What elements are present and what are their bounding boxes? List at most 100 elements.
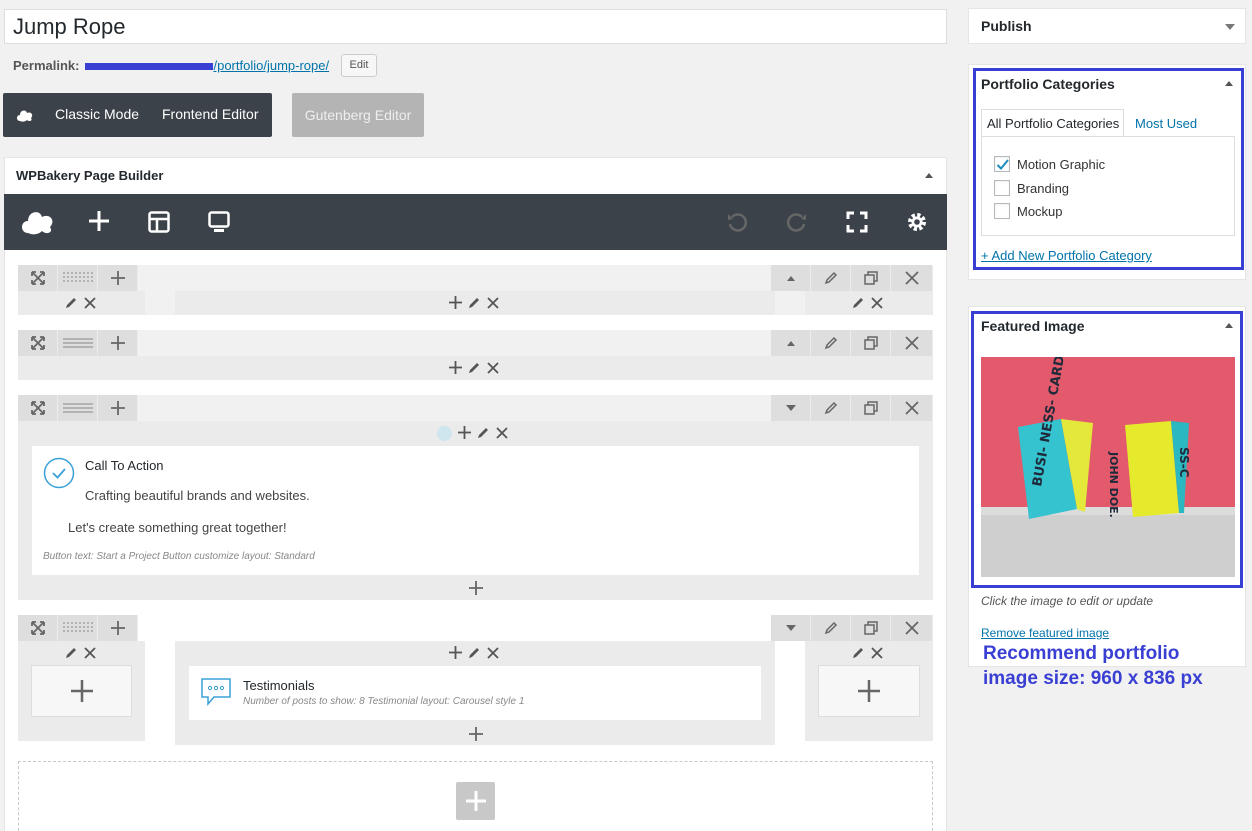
builder-collapse-icon[interactable] bbox=[925, 173, 933, 178]
column-add-icon[interactable] bbox=[449, 296, 462, 309]
row-edit-icon[interactable] bbox=[811, 615, 851, 641]
column-controls bbox=[449, 361, 499, 374]
row-add-column-icon[interactable] bbox=[98, 615, 138, 641]
add-icon bbox=[465, 791, 486, 811]
column-delete-icon[interactable] bbox=[487, 296, 499, 309]
column-delete-icon[interactable] bbox=[871, 646, 883, 659]
column-delete-icon[interactable] bbox=[487, 646, 499, 659]
column-edit-icon[interactable] bbox=[65, 296, 78, 309]
row-edit-icon[interactable] bbox=[811, 395, 851, 421]
featured-image-toggle-icon[interactable] bbox=[1225, 323, 1233, 328]
column-edit-icon[interactable] bbox=[477, 426, 490, 439]
column-add-icon[interactable] bbox=[449, 361, 462, 374]
mockup-text: JOHN DOE. bbox=[1107, 451, 1120, 518]
row-clone-icon[interactable] bbox=[851, 330, 891, 356]
row-drag-icon[interactable] bbox=[18, 615, 58, 641]
row-delete-icon[interactable] bbox=[891, 330, 933, 356]
row-delete-icon[interactable] bbox=[891, 615, 933, 641]
row-clone-icon[interactable] bbox=[851, 265, 891, 291]
row-delete-icon[interactable] bbox=[891, 265, 933, 291]
row-delete-icon[interactable] bbox=[891, 395, 933, 421]
fullscreen-icon[interactable] bbox=[846, 211, 868, 233]
settings-gear-icon[interactable] bbox=[906, 211, 928, 233]
column-controls bbox=[458, 426, 508, 439]
column-controls bbox=[852, 296, 883, 309]
featured-image-hint: Click the image to edit or update bbox=[981, 594, 1154, 608]
permalink-link[interactable]: /portfolio/jump-rope/ bbox=[213, 58, 329, 73]
categories-toggle-icon[interactable] bbox=[1225, 81, 1233, 86]
builder-title: WPBakery Page Builder bbox=[16, 168, 164, 183]
column-drag-handle[interactable] bbox=[437, 426, 452, 441]
column-edit-icon[interactable] bbox=[852, 296, 865, 309]
row-add-column-icon[interactable] bbox=[98, 395, 138, 421]
add-element-box[interactable] bbox=[818, 665, 920, 717]
add-row-button[interactable] bbox=[456, 782, 495, 820]
add-element-icon[interactable] bbox=[88, 210, 110, 232]
column-delete-icon[interactable] bbox=[487, 361, 499, 374]
undo-icon[interactable] bbox=[726, 211, 748, 233]
featured-image-title: Featured Image bbox=[981, 318, 1085, 334]
add-element-box[interactable] bbox=[31, 665, 132, 717]
tab-most-used[interactable]: Most Used bbox=[1135, 116, 1197, 131]
frontend-editor-button[interactable]: Frontend Editor bbox=[162, 106, 259, 122]
row-add-column-icon[interactable] bbox=[98, 330, 138, 356]
row-layout-icon[interactable] bbox=[58, 265, 98, 291]
row-toggle-icon[interactable] bbox=[771, 615, 811, 641]
column-delete-icon[interactable] bbox=[84, 296, 96, 309]
row-toggle-icon[interactable] bbox=[771, 330, 811, 356]
row-layout-icon[interactable] bbox=[58, 615, 98, 641]
column-edit-icon[interactable] bbox=[468, 361, 481, 374]
row-drag-icon[interactable] bbox=[18, 395, 58, 421]
redo-icon[interactable] bbox=[786, 211, 808, 233]
row-clone-icon[interactable] bbox=[851, 395, 891, 421]
editor-mode-bar: Classic Mode Frontend Editor bbox=[3, 93, 272, 137]
testimonials-element[interactable] bbox=[189, 666, 761, 720]
category-checkbox[interactable] bbox=[994, 203, 1010, 219]
row-drag-icon[interactable] bbox=[18, 330, 58, 356]
column-add-icon[interactable] bbox=[458, 426, 471, 439]
cta-title: Call To Action bbox=[85, 458, 164, 473]
mockup-text: SS-C bbox=[1177, 447, 1191, 478]
featured-image[interactable]: BUSI- NESS- CARD MOCK UP. 05 JOHN DOE. S… bbox=[981, 357, 1235, 577]
permalink-edit-button[interactable]: Edit bbox=[341, 54, 377, 77]
row-clone-icon[interactable] bbox=[851, 615, 891, 641]
remove-featured-image-link[interactable]: Remove featured image bbox=[981, 626, 1109, 640]
row-toggle-icon[interactable] bbox=[771, 395, 811, 421]
column-edit-icon[interactable] bbox=[852, 646, 865, 659]
add-element-icon[interactable] bbox=[469, 727, 483, 741]
column-edit-icon[interactable] bbox=[468, 646, 481, 659]
publish-title: Publish bbox=[981, 18, 1032, 34]
tab-all-categories-label: All Portfolio Categories bbox=[987, 116, 1120, 131]
gutenberg-editor-button[interactable]: Gutenberg Editor bbox=[292, 93, 424, 137]
column-edit-icon[interactable] bbox=[65, 646, 78, 659]
category-checkbox[interactable] bbox=[994, 180, 1010, 196]
row-toggle-icon[interactable] bbox=[771, 265, 811, 291]
frontend-preview-icon[interactable] bbox=[208, 211, 230, 233]
classic-mode-button[interactable]: Classic Mode bbox=[55, 106, 139, 122]
column-edit-icon[interactable] bbox=[468, 296, 481, 309]
column-add-icon[interactable] bbox=[449, 646, 462, 659]
post-title-input[interactable]: Jump Rope bbox=[4, 9, 947, 44]
cta-meta: Button text: Start a Project Button cust… bbox=[43, 551, 315, 562]
add-element-icon[interactable] bbox=[469, 581, 483, 595]
categories-title: Portfolio Categories bbox=[981, 76, 1115, 92]
redacted-url bbox=[85, 63, 214, 71]
row-layout-icon[interactable] bbox=[58, 330, 98, 356]
add-category-link[interactable]: + Add New Portfolio Category bbox=[981, 248, 1152, 263]
category-checkbox[interactable] bbox=[994, 156, 1010, 172]
column-controls bbox=[449, 646, 499, 659]
wpbakery-logo-icon[interactable] bbox=[20, 207, 56, 235]
row-layout-icon[interactable] bbox=[58, 395, 98, 421]
row-add-column-icon[interactable] bbox=[98, 265, 138, 291]
column-delete-icon[interactable] bbox=[496, 426, 508, 439]
publish-toggle-icon[interactable] bbox=[1225, 24, 1235, 30]
row-drag-icon[interactable] bbox=[18, 265, 58, 291]
column-controls bbox=[65, 296, 96, 309]
row-controls-right bbox=[771, 265, 933, 291]
template-icon[interactable] bbox=[148, 211, 170, 233]
column-delete-icon[interactable] bbox=[871, 296, 883, 309]
row-edit-icon[interactable] bbox=[811, 265, 851, 291]
column-delete-icon[interactable] bbox=[84, 646, 96, 659]
row-edit-icon[interactable] bbox=[811, 330, 851, 356]
speech-bubble-icon bbox=[200, 676, 232, 708]
